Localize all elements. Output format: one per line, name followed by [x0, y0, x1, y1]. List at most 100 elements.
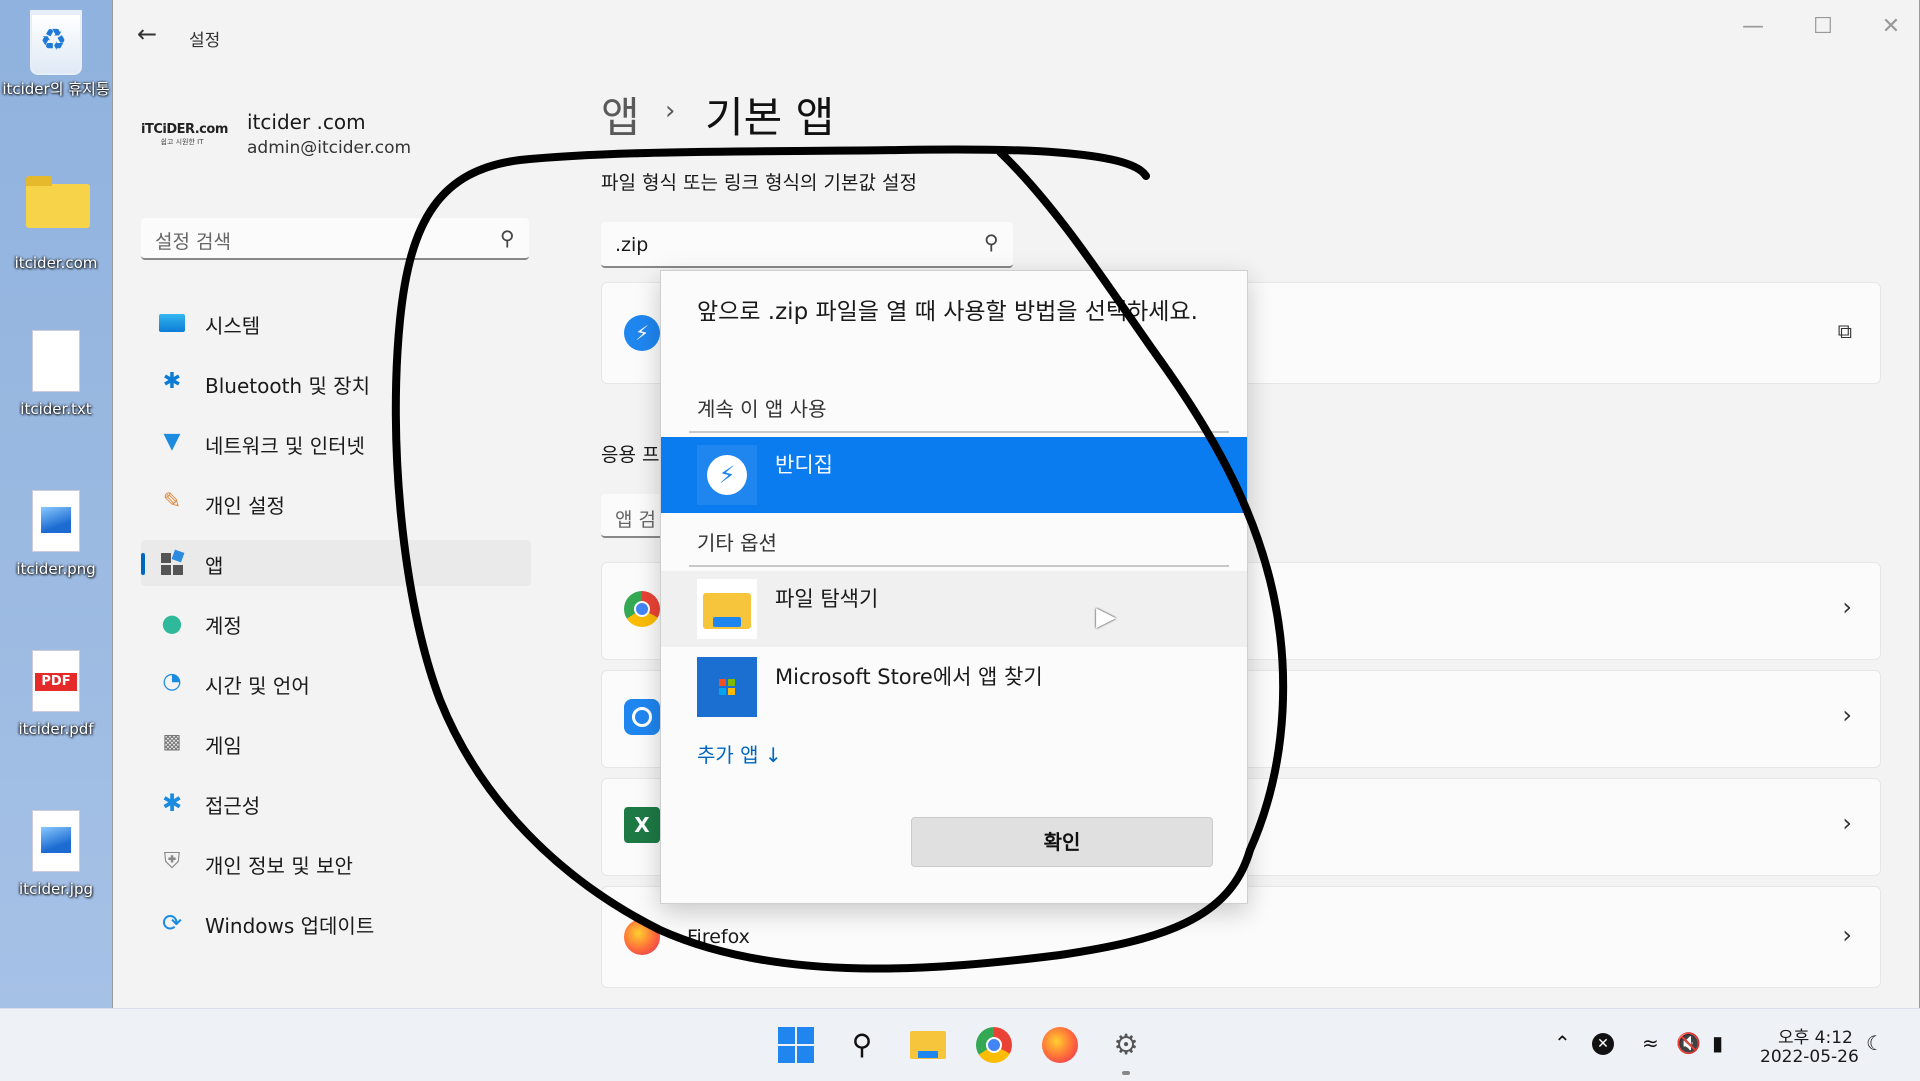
desktop-icon-recycle-bin[interactable]: itcider의 휴지통	[0, 8, 112, 99]
dialog-prompt: 앞으로 .zip 파일을 열 때 사용할 방법을 선택하세요.	[697, 299, 1198, 325]
account-email: admin@itcider.com	[247, 138, 412, 158]
option-label: 반디집	[775, 453, 833, 477]
firefox-icon[interactable]	[1040, 1025, 1080, 1065]
more-apps-link[interactable]: 추가 앱 ↓	[697, 739, 782, 768]
close-button[interactable]: ✕	[1871, 14, 1911, 39]
pdf-file-icon	[32, 650, 80, 712]
sidebar-item-system[interactable]: 시스템	[141, 300, 531, 346]
file-explorer-icon	[697, 579, 757, 639]
apps-section-label: 응용 프	[601, 444, 660, 466]
minimize-button[interactable]: —	[1733, 14, 1773, 39]
divider	[689, 431, 1229, 433]
clock-date[interactable]: 2022-05-26	[1760, 1047, 1859, 1067]
clock-time[interactable]: 오후 4:12	[1778, 1023, 1853, 1048]
other-options-header: 기타 옵션	[697, 531, 777, 555]
firefox-icon	[624, 919, 660, 955]
sidebar-item-label: 접근성	[205, 794, 261, 818]
option-file-explorer[interactable]: 파일 탐색기	[661, 571, 1247, 647]
sidebar-item-privacy[interactable]: ⛨ 개인 정보 및 보안	[141, 840, 531, 886]
chevron-right-icon: ›	[1842, 809, 1852, 837]
sidebar-item-label: 계정	[205, 614, 242, 638]
back-arrow-icon[interactable]: ←	[137, 20, 157, 48]
option-label: Microsoft Store에서 앱 찾기	[775, 665, 1043, 689]
sidebar-item-apps[interactable]: 앱	[141, 540, 531, 586]
image-file-icon	[32, 810, 80, 872]
apps-search-placeholder: 앱 검	[615, 509, 656, 531]
settings-search-input[interactable]: 설정 검색 ⚲	[141, 218, 529, 260]
settings-search-placeholder: 설정 검색	[155, 231, 231, 253]
battery-icon[interactable]: ▮	[1712, 1031, 1723, 1055]
bandizip-icon: ⚡	[624, 315, 660, 351]
sidebar-item-label: Windows 업데이트	[205, 914, 375, 938]
desktop-icon-label: itcider.pdf	[18, 720, 94, 738]
excel-icon: X	[624, 807, 660, 843]
text-file-icon	[32, 330, 80, 392]
apps-icon	[159, 549, 185, 575]
file-type-search-input[interactable]: .zip ⚲	[601, 222, 1013, 268]
ok-button[interactable]: 확인	[911, 817, 1213, 867]
desktop-icon-label: itcider.com	[14, 254, 98, 272]
desktop: itcider의 휴지통 itcider.com itcider.txt itc…	[0, 0, 112, 1008]
system-icon	[159, 314, 185, 332]
sidebar-item-label: 개인 정보 및 보안	[205, 854, 353, 878]
sidebar-item-time-language[interactable]: ◔ 시간 및 언어	[141, 660, 531, 706]
file-type-search-value: .zip	[615, 234, 649, 256]
folder-icon	[26, 176, 90, 228]
microsoft-store-icon	[697, 657, 757, 717]
open-external-icon[interactable]: ⧉	[1838, 319, 1852, 343]
logo-text: iTCiDER.com	[141, 122, 228, 137]
file-explorer-icon[interactable]	[908, 1025, 948, 1065]
focus-moon-icon[interactable]: ☾	[1866, 1031, 1884, 1055]
gamepad-icon: ▩	[162, 729, 182, 753]
sidebar-item-label: 앱	[205, 554, 224, 578]
chevron-right-icon: ›	[1842, 701, 1852, 729]
divider	[689, 565, 1229, 567]
search-icon: ⚲	[984, 230, 999, 254]
sidebar-item-label: 네트워크 및 인터넷	[205, 434, 365, 458]
sidebar-item-windows-update[interactable]: ⟳ Windows 업데이트	[141, 900, 531, 946]
speaker-muted-icon[interactable]: 🔇	[1676, 1031, 1701, 1055]
mouse-cursor-icon: ▶	[1096, 602, 1116, 632]
desktop-icon-txt[interactable]: itcider.txt	[0, 330, 112, 419]
chevron-up-icon[interactable]: ⌃	[1554, 1031, 1571, 1055]
sidebar-item-network[interactable]: ▼ 네트워크 및 인터넷	[141, 420, 531, 466]
keep-using-header: 계속 이 앱 사용	[697, 397, 827, 421]
sidebar-item-label: 시스템	[205, 314, 261, 338]
sidebar-item-accounts[interactable]: ● 계정	[141, 600, 531, 646]
desktop-icon-label: itcider의 휴지통	[2, 80, 110, 98]
sidebar-item-accessibility[interactable]: ✱ 접근성	[141, 780, 531, 826]
sidebar-item-label: 개인 설정	[205, 494, 285, 518]
sidebar-item-label: Bluetooth 및 장치	[205, 374, 371, 398]
desktop-icon-label: itcider.txt	[20, 400, 92, 418]
open-with-dialog: 앞으로 .zip 파일을 열 때 사용할 방법을 선택하세요. 계속 이 앱 사…	[660, 270, 1248, 904]
desktop-icon-png[interactable]: itcider.png	[0, 490, 112, 579]
active-app-indicator	[1122, 1071, 1130, 1075]
chevron-right-icon: ›	[1842, 593, 1852, 621]
bluetooth-icon: ✱	[162, 369, 182, 394]
account-icon: ●	[161, 609, 183, 637]
chrome-icon[interactable]	[974, 1025, 1014, 1065]
breadcrumb-parent[interactable]: 앱	[601, 84, 640, 145]
update-icon: ⟳	[161, 909, 183, 937]
wifi-icon[interactable]: ≈	[1642, 1031, 1659, 1055]
app-tray-icon[interactable]: ✕	[1592, 1033, 1614, 1055]
search-icon[interactable]: ⚲	[842, 1025, 882, 1065]
desktop-icon-label: itcider.png	[16, 560, 96, 578]
desktop-icon-pdf[interactable]: itcider.pdf	[0, 650, 112, 739]
taskbar: ⚲ ⚙ ⌃ ✕ ≈ 🔇 ▮ 오후 4:12 2022-05-26 ☾	[0, 1008, 1920, 1081]
windows-start-icon[interactable]	[776, 1025, 816, 1065]
sidebar-item-bluetooth[interactable]: ✱ Bluetooth 및 장치	[141, 360, 531, 406]
breadcrumb-separator: ›	[665, 96, 676, 126]
option-bandizip[interactable]: ⚡ 반디집	[661, 437, 1247, 513]
sidebar-item-gaming[interactable]: ▩ 게임	[141, 720, 531, 766]
desktop-icon-folder[interactable]: itcider.com	[0, 170, 112, 273]
maximize-button[interactable]: ☐	[1803, 14, 1843, 39]
settings-icon[interactable]: ⚙	[1106, 1025, 1146, 1065]
desktop-icon-jpg[interactable]: itcider.jpg	[0, 810, 112, 899]
shield-icon: ⛨	[163, 849, 181, 874]
chevron-right-icon: ›	[1842, 921, 1852, 949]
option-microsoft-store[interactable]: Microsoft Store에서 앱 찾기	[661, 649, 1247, 725]
search-icon: ⚲	[500, 226, 515, 250]
brush-icon: ✎	[162, 489, 182, 514]
sidebar-item-personalization[interactable]: ✎ 개인 설정	[141, 480, 531, 526]
